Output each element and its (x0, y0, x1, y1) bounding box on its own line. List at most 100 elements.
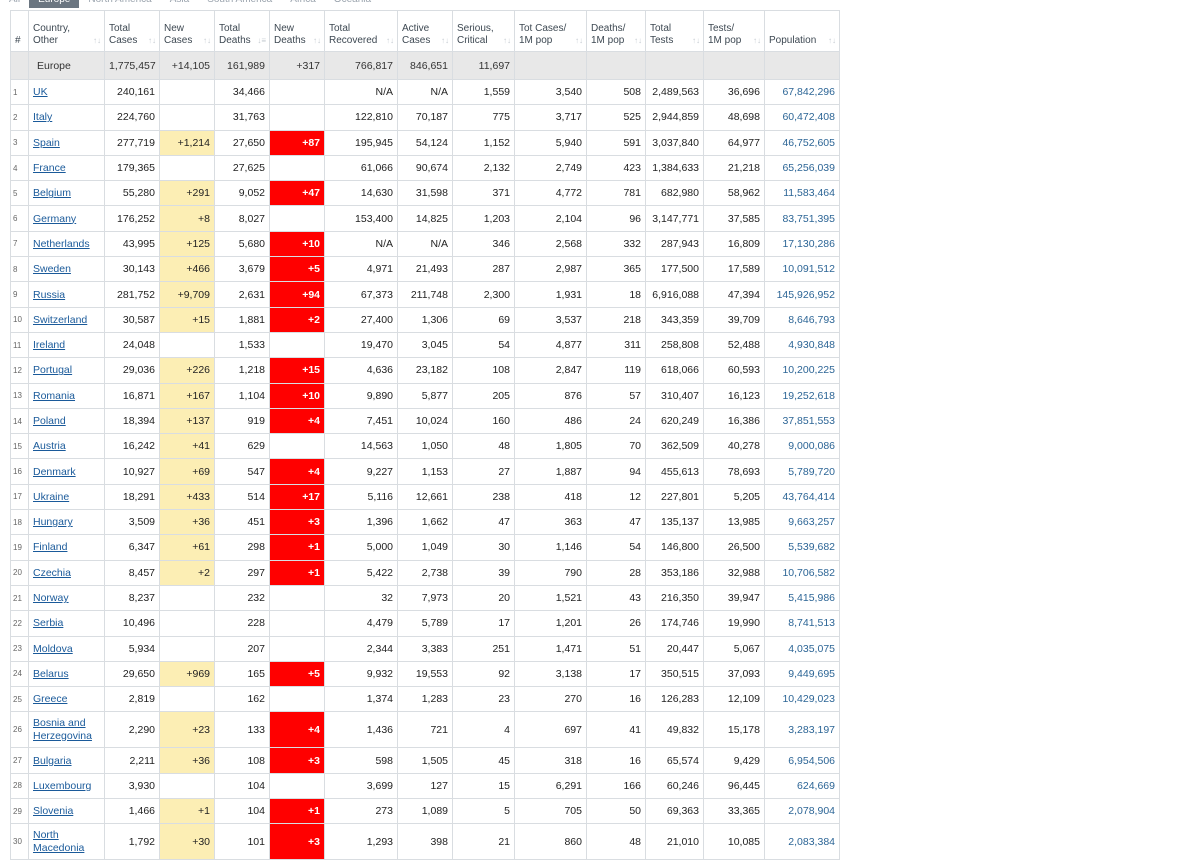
country-link[interactable]: Bosnia and Herzegovina (33, 717, 92, 742)
country-link[interactable]: Italy (33, 111, 52, 123)
country-link[interactable]: Switzerland (33, 314, 87, 326)
cell-total-tests: 353,186 (645, 559, 704, 586)
sort-icon[interactable]: ↑↓ (692, 35, 700, 47)
cell-tot-cases-1m: 2,847 (514, 357, 587, 384)
tab-all[interactable]: All (0, 0, 29, 8)
cell-new-cases: +1 (159, 798, 215, 825)
cell-active-cases: 1,049 (397, 534, 453, 561)
country-link[interactable]: Russia (33, 289, 65, 301)
column-header-total-cases[interactable]: Total Cases ↑↓ (104, 10, 160, 52)
sort-icon[interactable]: ↑↓ (753, 35, 761, 47)
cell-serious-critical: 160 (452, 407, 515, 435)
country-link[interactable]: Norway (33, 592, 69, 604)
country-link[interactable]: North Macedonia (33, 829, 84, 854)
country-link[interactable]: Serbia (33, 617, 63, 629)
table-row: 12 Portugal 29,036 +226 1,218 +15 4,636 23,182 1… (10, 357, 840, 384)
country-link[interactable]: Ukraine (33, 491, 69, 503)
country-link[interactable]: Germany (33, 213, 76, 225)
column-header-total-recovered[interactable]: Total Recovered ↑↓ (324, 10, 398, 52)
cell-population: 3,283,197 (764, 711, 840, 749)
cell-deaths-1m: 781 (586, 180, 646, 207)
country-link[interactable]: Bulgaria (33, 755, 72, 767)
sort-icon[interactable]: ↑↓ (148, 35, 156, 47)
country-link[interactable]: Luxembourg (33, 780, 91, 792)
cell-total-deaths: 547 (214, 458, 270, 485)
sort-icon[interactable]: ↑↓ (203, 35, 211, 47)
tab-south-america[interactable]: South America (198, 0, 281, 8)
column-label-line2: 1M pop (708, 35, 742, 46)
sort-icon[interactable]: ↑↓ (575, 35, 583, 47)
column-header-population[interactable]: Population ↑↓ (764, 10, 840, 52)
tab-europe[interactable]: Europe (29, 0, 80, 8)
cell-new-deaths: +3 (269, 747, 325, 774)
cell-deaths-1m: 18 (586, 281, 646, 308)
column-header-active-cases[interactable]: Active Cases ↑↓ (397, 10, 453, 52)
cell-total-deaths: 298 (214, 534, 270, 561)
cell-tests-1m: 17,589 (703, 256, 765, 283)
column-header-total-deaths[interactable]: Total Deaths ↓≡ (214, 10, 270, 52)
column-header-new-deaths[interactable]: New Deaths ↑↓ (269, 10, 325, 52)
country-link[interactable]: Ireland (33, 339, 65, 351)
tab-north-america[interactable]: North America (79, 0, 160, 8)
cell-serious-critical: 371 (452, 180, 515, 207)
column-label-line1: Deaths/ (591, 23, 626, 34)
table-row: 3 Spain 277,719 +1,214 27,650 +87 195,945 54,12… (10, 129, 840, 156)
cell-population: 67,842,296 (764, 78, 840, 106)
sort-icon[interactable]: ↑↓ (503, 35, 511, 47)
column-label-line2: 1M pop (519, 35, 553, 46)
column-header-deaths-1m[interactable]: Deaths/1M pop ↑↓ (586, 10, 646, 52)
country-link[interactable]: Moldova (33, 643, 73, 655)
cell-tests-1m: 37,585 (703, 205, 765, 232)
country-link[interactable]: Belgium (33, 187, 71, 199)
country-link[interactable]: Belarus (33, 668, 69, 680)
column-header-country[interactable]: Country, Other ↑↓ (28, 10, 105, 52)
cell-serious-critical: 4 (452, 711, 515, 749)
sort-icon[interactable]: ↑↓ (634, 35, 642, 47)
cell-total-tests: 1,384,633 (645, 154, 704, 182)
sort-icon[interactable]: ↑↓ (441, 35, 449, 47)
column-header-tot-cases-1m[interactable]: Tot Cases/1M pop ↑↓ (514, 10, 587, 52)
column-header-new-cases[interactable]: New Cases ↑↓ (159, 10, 215, 52)
country-link[interactable]: Poland (33, 415, 66, 427)
cell-tot-cases-1m: 1,201 (514, 610, 587, 637)
country-link[interactable]: Sweden (33, 263, 71, 275)
sort-icon[interactable]: ↑↓ (93, 35, 101, 47)
country-link[interactable]: Slovenia (33, 805, 73, 817)
country-link[interactable]: Czechia (33, 567, 71, 579)
tab-africa[interactable]: Africa (281, 0, 325, 8)
cell-total-cases: 176,252 (104, 205, 160, 232)
country-link[interactable]: Hungary (33, 516, 73, 528)
column-header-tests-1m[interactable]: Tests/1M pop ↑↓ (703, 10, 765, 52)
sort-icon[interactable]: ↑↓ (313, 35, 321, 47)
column-header-serious-critical[interactable]: Serious, Critical ↑↓ (452, 10, 515, 52)
cell-total-tests: 287,943 (645, 230, 704, 258)
summary-cell-total-cases: 1,775,457 (104, 51, 160, 80)
sort-desc-icon[interactable]: ↓≡ (257, 35, 266, 47)
cell-population: 10,706,582 (764, 559, 840, 586)
row-index: 5 (10, 180, 29, 207)
country-link[interactable]: Austria (33, 440, 66, 452)
cell-tests-1m: 12,109 (703, 686, 765, 713)
sort-icon[interactable]: ↑↓ (828, 35, 836, 47)
cell-tot-cases-1m: 4,877 (514, 331, 587, 359)
cell-total-tests: 3,147,771 (645, 205, 704, 232)
cell-serious-critical: 775 (452, 104, 515, 131)
country-link[interactable]: Netherlands (33, 238, 90, 250)
country-link[interactable]: Portugal (33, 364, 72, 376)
country-link[interactable]: UK (33, 86, 48, 98)
country-link[interactable]: Romania (33, 390, 75, 402)
sort-icon[interactable]: ↑↓ (386, 35, 394, 47)
cell-country: Poland (28, 407, 105, 435)
column-header-total-tests[interactable]: Total Tests ↑↓ (645, 10, 704, 52)
country-link[interactable]: Greece (33, 693, 67, 705)
row-index: 13 (10, 382, 29, 409)
tab-oceania[interactable]: Oceania (325, 0, 380, 8)
country-link[interactable]: Finland (33, 541, 67, 553)
country-link[interactable]: Denmark (33, 466, 76, 478)
tab-asia[interactable]: Asia (161, 0, 198, 8)
cell-country: Slovenia (28, 798, 105, 825)
cell-total-recovered: 2,344 (324, 635, 398, 662)
country-link[interactable]: Spain (33, 137, 60, 149)
cell-population: 9,663,257 (764, 509, 840, 536)
country-link[interactable]: France (33, 162, 66, 174)
